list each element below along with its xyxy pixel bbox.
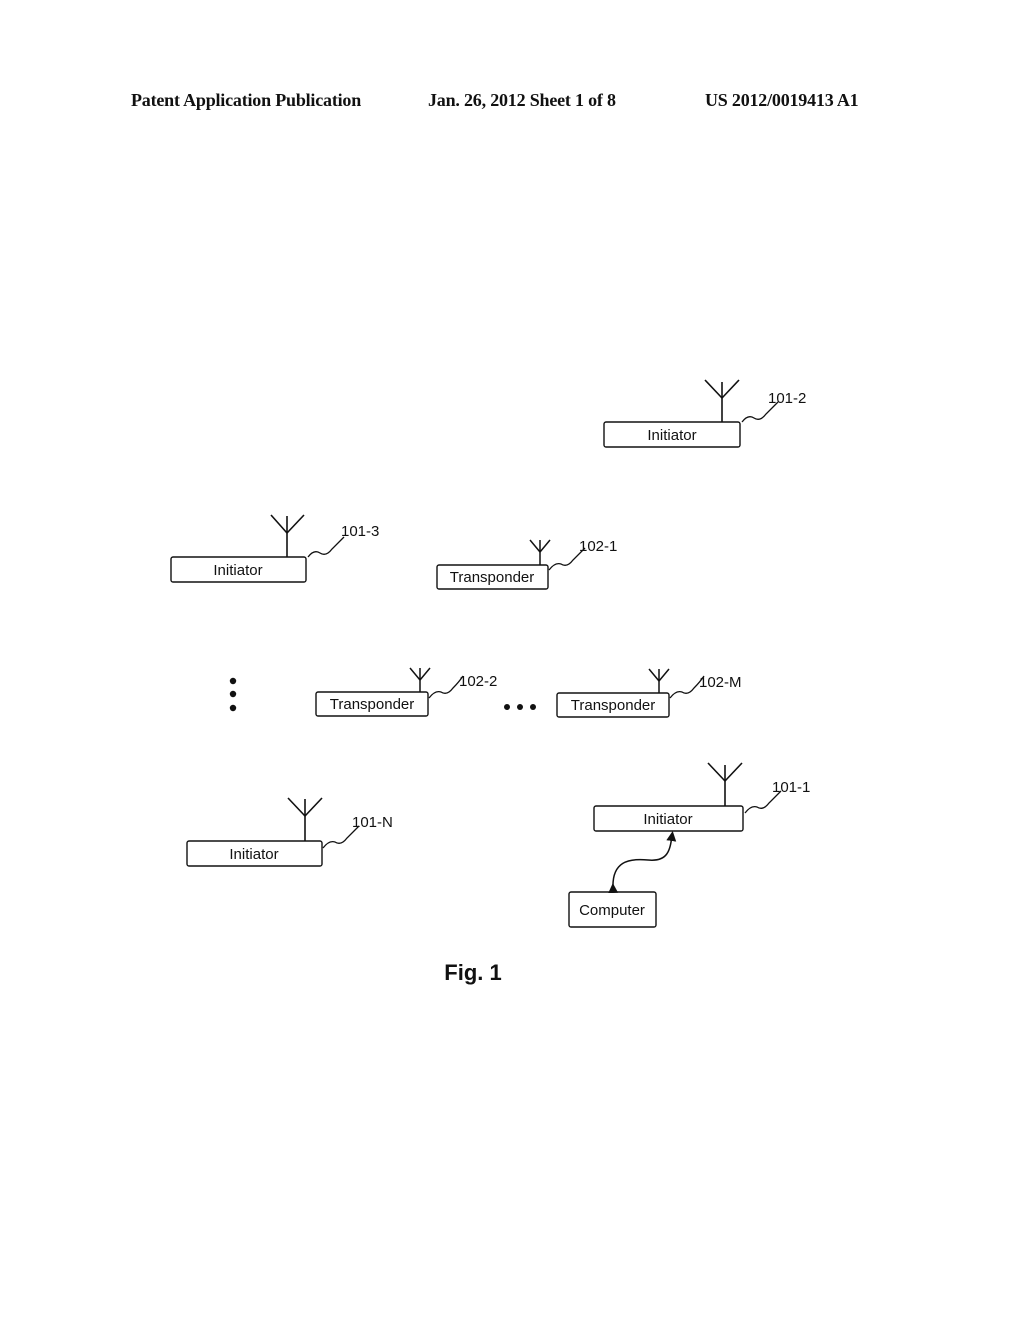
computer-node: Computer <box>568 891 657 928</box>
reference-label: 102-2 <box>459 673 497 690</box>
initiator-101-3: Initiator 101-3 <box>170 514 379 583</box>
transponder-102-1: Transponder 102-1 <box>436 538 617 590</box>
leader-line <box>307 536 345 558</box>
reference-label: 101-2 <box>768 390 806 407</box>
reference-label: 101-3 <box>341 523 379 540</box>
transponder-102-2: Transponder 102-2 <box>315 667 497 717</box>
antenna-icon <box>707 762 743 806</box>
bidirectional-link-arrow <box>608 831 677 894</box>
reference-label: 101-N <box>352 814 393 831</box>
leader-line <box>428 675 464 699</box>
horizontal-ellipsis <box>504 704 536 710</box>
node-label: Initiator <box>643 811 692 828</box>
reference-label: 102-1 <box>579 538 617 555</box>
vertical-ellipsis <box>229 677 237 712</box>
node-label: Initiator <box>213 562 262 579</box>
node-label: Transponder <box>330 696 415 713</box>
reference-label: 101-1 <box>772 779 810 796</box>
node-label: Transponder <box>571 697 656 714</box>
initiator-101-2: Initiator 101-2 <box>603 379 806 448</box>
reference-label: 102-M <box>699 674 742 691</box>
figure-diagram: Initiator 101-2 Initiator 101-3 Transpon… <box>170 379 810 985</box>
antenna-icon <box>270 514 305 557</box>
figure-caption: Fig. 1 <box>444 960 501 985</box>
initiator-101-N: Initiator 101-N <box>186 797 393 867</box>
antenna-icon <box>287 797 323 841</box>
node-label: Initiator <box>229 846 278 863</box>
node-label: Initiator <box>647 427 696 444</box>
transponder-102-M: Transponder 102-M <box>556 668 742 718</box>
antenna-icon <box>529 539 551 565</box>
antenna-icon <box>409 667 431 692</box>
initiator-101-1: Initiator 101-1 <box>593 762 810 832</box>
node-label: Computer <box>579 902 645 919</box>
antenna-icon <box>648 668 670 693</box>
antenna-icon <box>704 379 740 422</box>
node-label: Transponder <box>450 569 535 586</box>
